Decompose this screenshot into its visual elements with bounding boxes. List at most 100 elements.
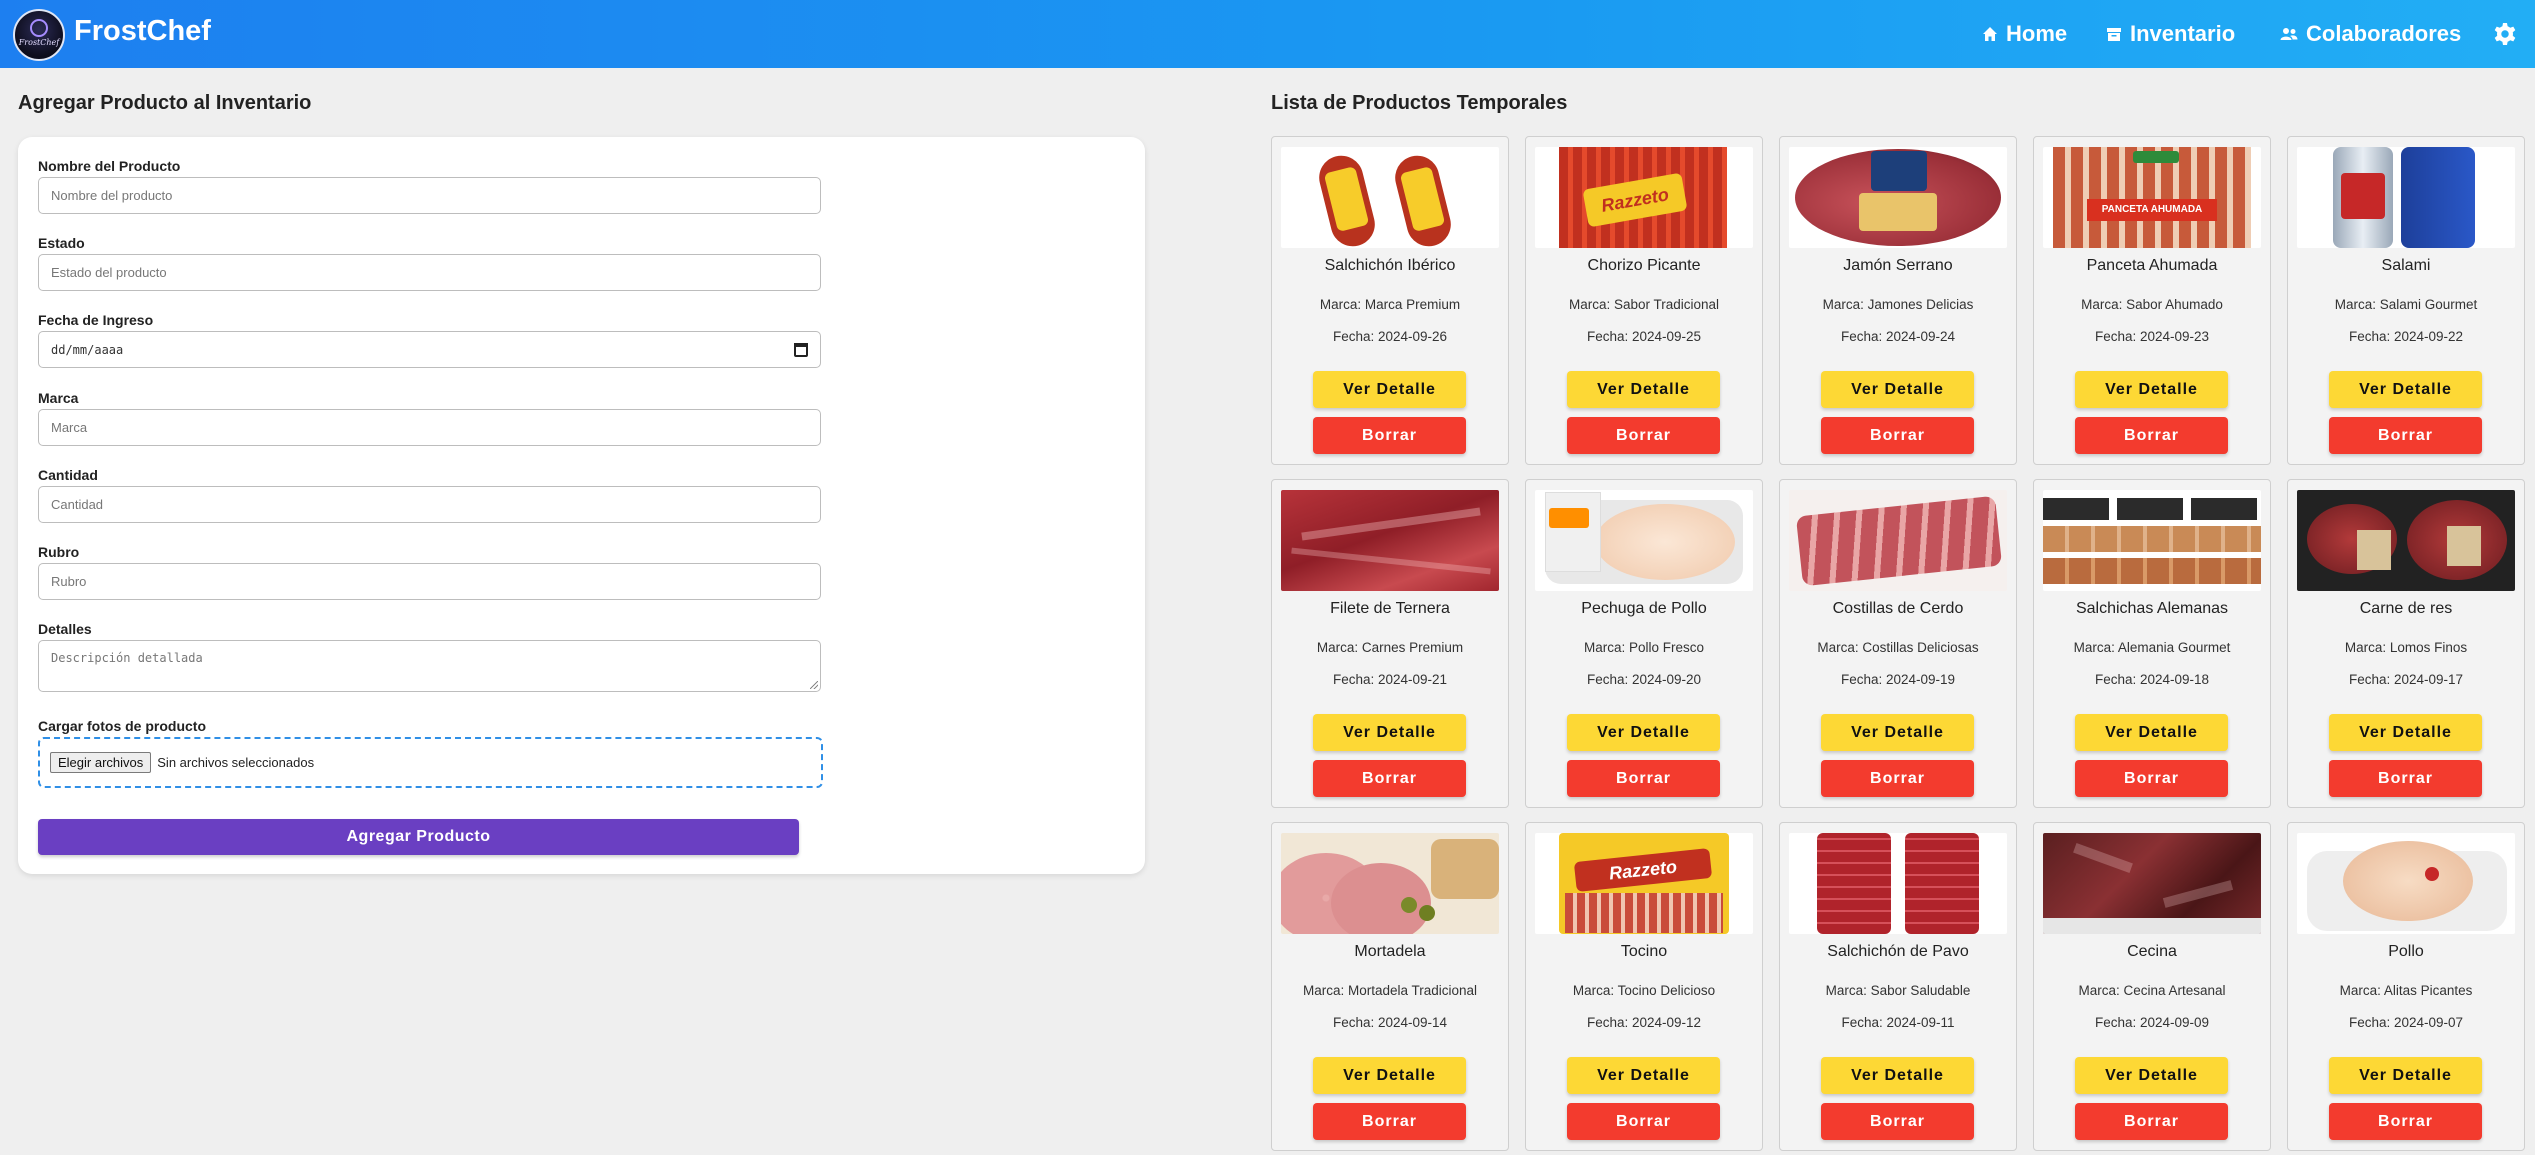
product-date: Fecha: 2024-09-12: [1586, 1015, 1702, 1030]
view-detail-button[interactable]: Ver Detalle: [2075, 714, 2228, 751]
cantidad-label: Cantidad: [38, 467, 98, 483]
delete-button[interactable]: Borrar: [2075, 1103, 2228, 1140]
estado-input[interactable]: Estado del producto: [38, 254, 821, 291]
delete-button[interactable]: Borrar: [1821, 760, 1974, 797]
product-card: Razzeto Tocino Marca: Tocino Delicioso Fech…: [1525, 822, 1763, 1151]
product-brand: Marca: Carnes Premium: [1316, 640, 1464, 655]
gear-icon[interactable]: [2493, 22, 2517, 46]
view-detail-button[interactable]: Ver Detalle: [1313, 371, 1466, 408]
view-detail-button[interactable]: Ver Detalle: [2075, 1057, 2228, 1094]
product-brand: Marca: Salami Gourmet: [2334, 297, 2478, 312]
product-brand: Marca: Marca Premium: [1319, 297, 1461, 312]
product-brand: Marca: Alitas Picantes: [2339, 983, 2473, 998]
product-card: Costillas de Cerdo Marca: Costillas Delic…: [1779, 479, 2017, 808]
product-image: Razzeto: [1535, 147, 1753, 248]
marca-label: Marca: [38, 390, 79, 406]
view-detail-button[interactable]: Ver Detalle: [1313, 1057, 1466, 1094]
delete-button[interactable]: Borrar: [2329, 417, 2482, 454]
delete-button[interactable]: Borrar: [1821, 1103, 1974, 1140]
product-brand: Marca: Lomos Finos: [2344, 640, 2468, 655]
view-detail-button[interactable]: Ver Detalle: [1821, 714, 1974, 751]
product-card: Pechuga de Pollo Marca: Pollo Fresco Fecha…: [1525, 479, 1763, 808]
nombre-input[interactable]: Nombre del producto: [38, 177, 821, 214]
nav-colaboradores[interactable]: Colaboradores: [2280, 21, 2461, 47]
product-name: Jamón Serrano: [1843, 257, 1953, 274]
logo-ring-icon: [30, 19, 48, 37]
app-name[interactable]: FrostChef: [74, 15, 211, 48]
delete-button[interactable]: Borrar: [2329, 760, 2482, 797]
product-name: Salchichón de Pavo: [1827, 943, 1969, 960]
product-name: Carne de res: [2359, 600, 2453, 617]
delete-button[interactable]: Borrar: [1567, 417, 1720, 454]
estado-label: Estado: [38, 235, 85, 251]
product-card: Salchichón de Pavo Marca: Sabor Saludable…: [1779, 822, 2017, 1151]
view-detail-button[interactable]: Ver Detalle: [1567, 1057, 1720, 1094]
delete-button[interactable]: Borrar: [2329, 1103, 2482, 1140]
product-image: [2297, 833, 2515, 934]
product-date: Fecha: 2024-09-14: [1332, 1015, 1448, 1030]
nav-home-label: Home: [2006, 21, 2068, 46]
fecha-input[interactable]: dd/mm/aaaa: [38, 331, 821, 368]
product-brand: Marca: Alemania Gourmet: [2073, 640, 2231, 655]
detalles-textarea[interactable]: Descripción detallada: [38, 640, 821, 692]
delete-button[interactable]: Borrar: [1567, 760, 1720, 797]
delete-button[interactable]: Borrar: [1313, 1103, 1466, 1140]
list-title: Lista de Productos Temporales: [1271, 92, 1568, 114]
rubro-input[interactable]: Rubro: [38, 563, 821, 600]
product-image: Razzeto: [1535, 833, 1753, 934]
nombre-label: Nombre del Producto: [38, 158, 181, 174]
delete-button[interactable]: Borrar: [2075, 760, 2228, 797]
product-name: Pechuga de Pollo: [1581, 600, 1707, 617]
product-card: Jamón Serrano Marca: Jamones Delicias Fech…: [1779, 136, 2017, 465]
delete-button[interactable]: Borrar: [1567, 1103, 1720, 1140]
resize-handle-icon[interactable]: [810, 681, 818, 689]
archive-icon: [2107, 28, 2121, 41]
product-form: Nombre del Producto Nombre del producto …: [18, 137, 1145, 874]
product-name: Pollo: [2388, 943, 2424, 960]
marca-input[interactable]: Marca: [38, 409, 821, 446]
nav-home[interactable]: Home: [1982, 21, 2067, 47]
product-card: PANCETA AHUMADA Panceta Ahumada Marca: Sab…: [2033, 136, 2271, 465]
product-date: Fecha: 2024-09-22: [2348, 329, 2464, 344]
product-name: Salchichón Ibérico: [1324, 257, 1456, 274]
delete-button[interactable]: Borrar: [1821, 417, 1974, 454]
detalles-label: Detalles: [38, 621, 92, 637]
choose-files-button[interactable]: Elegir archivos: [50, 752, 152, 773]
product-name: Chorizo Picante: [1587, 257, 1701, 274]
view-detail-button[interactable]: Ver Detalle: [1313, 714, 1466, 751]
product-image: [1281, 833, 1499, 934]
product-card: Razzeto Chorizo Picante Marca: Sabor Tradi…: [1525, 136, 1763, 465]
product-brand: Marca: Sabor Saludable: [1825, 983, 1971, 998]
delete-button[interactable]: Borrar: [1313, 417, 1466, 454]
product-card: Carne de res Marca: Lomos Finos Fecha: 202…: [2287, 479, 2525, 808]
form-title: Agregar Producto al Inventario: [18, 92, 312, 114]
product-name: Mortadela: [1354, 943, 1426, 960]
delete-button[interactable]: Borrar: [2075, 417, 2228, 454]
view-detail-button[interactable]: Ver Detalle: [2329, 1057, 2482, 1094]
product-brand: Marca: Mortadela Tradicional: [1302, 983, 1478, 998]
nav-inventario[interactable]: Inventario: [2106, 21, 2235, 47]
view-detail-button[interactable]: Ver Detalle: [2075, 371, 2228, 408]
fecha-label: Fecha de Ingreso: [38, 312, 154, 328]
view-detail-button[interactable]: Ver Detalle: [1567, 714, 1720, 751]
home-icon: [1983, 27, 1997, 41]
delete-button[interactable]: Borrar: [1313, 760, 1466, 797]
product-image: PANCETA AHUMADA: [2043, 147, 2261, 248]
app-logo[interactable]: FrostChef: [13, 9, 65, 61]
view-detail-button[interactable]: Ver Detalle: [1821, 1057, 1974, 1094]
view-detail-button[interactable]: Ver Detalle: [2329, 714, 2482, 751]
product-image: [2043, 833, 2261, 934]
product-image: [2043, 490, 2261, 591]
add-product-button[interactable]: Agregar Producto: [38, 819, 799, 855]
product-brand: Marca: Costillas Deliciosas: [1817, 640, 1979, 655]
product-card: Salchichas Alemanas Marca: Alemania Gourm…: [2033, 479, 2271, 808]
file-status: Sin archivos seleccionados: [157, 755, 315, 770]
product-brand: Marca: Pollo Fresco: [1583, 640, 1705, 655]
calendar-icon[interactable]: [794, 342, 808, 357]
view-detail-button[interactable]: Ver Detalle: [2329, 371, 2482, 408]
view-detail-button[interactable]: Ver Detalle: [1567, 371, 1720, 408]
file-upload[interactable]: Elegir archivos Sin archivos seleccionad…: [38, 737, 823, 788]
cantidad-input[interactable]: Cantidad: [38, 486, 821, 523]
view-detail-button[interactable]: Ver Detalle: [1821, 371, 1974, 408]
product-brand: Marca: Sabor Tradicional: [1568, 297, 1720, 312]
